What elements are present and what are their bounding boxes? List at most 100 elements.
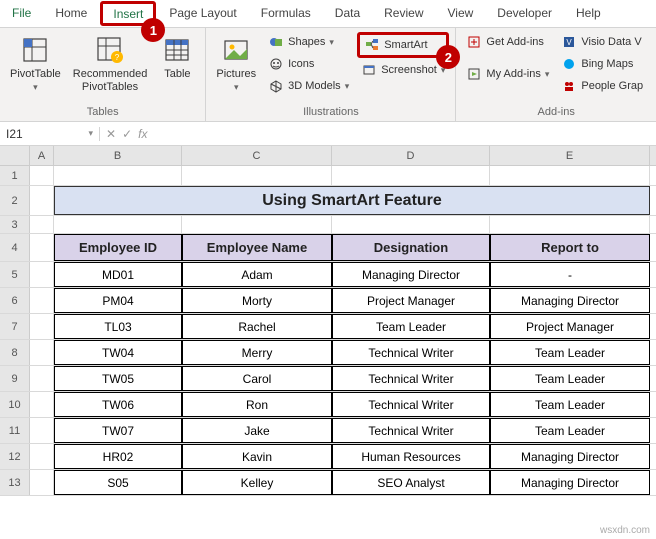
table-cell[interactable]: Jake — [182, 418, 332, 443]
name-box[interactable]: I21 — [0, 127, 100, 141]
row-header[interactable]: 9 — [0, 366, 30, 391]
table-cell[interactable]: Team Leader — [490, 392, 650, 417]
table-cell[interactable]: MD01 — [54, 262, 182, 287]
table-cell[interactable]: Team Leader — [490, 340, 650, 365]
cell[interactable] — [490, 216, 650, 233]
table-cell[interactable]: Team Leader — [332, 314, 490, 339]
cell[interactable] — [182, 166, 332, 185]
table-cell[interactable]: HR02 — [54, 444, 182, 469]
table-cell[interactable]: Kelley — [182, 470, 332, 495]
row-header[interactable]: 1 — [0, 166, 30, 185]
table-cell[interactable]: Merry — [182, 340, 332, 365]
table-cell[interactable]: - — [490, 262, 650, 287]
table-cell[interactable]: S05 — [54, 470, 182, 495]
row-header[interactable]: 7 — [0, 314, 30, 339]
table-cell[interactable]: PM04 — [54, 288, 182, 313]
cell[interactable] — [30, 340, 54, 365]
menu-tab-data[interactable]: Data — [323, 0, 372, 27]
cell[interactable] — [30, 288, 54, 313]
title-cell[interactable]: Using SmartArt Feature — [54, 186, 650, 215]
table-cell[interactable]: Project Manager — [490, 314, 650, 339]
table-header[interactable]: Employee Name — [182, 234, 332, 261]
table-cell[interactable]: Technical Writer — [332, 366, 490, 391]
row-header[interactable]: 4 — [0, 234, 30, 261]
table-cell[interactable]: TW05 — [54, 366, 182, 391]
cell[interactable] — [30, 366, 54, 391]
table-cell[interactable]: TW07 — [54, 418, 182, 443]
col-header-D[interactable]: D — [332, 146, 490, 165]
table-header[interactable]: Designation — [332, 234, 490, 261]
bing-maps-button[interactable]: Bing Maps — [557, 54, 647, 74]
table-cell[interactable]: Ron — [182, 392, 332, 417]
table-cell[interactable]: Project Manager — [332, 288, 490, 313]
cell[interactable] — [30, 262, 54, 287]
select-all-corner[interactable] — [0, 146, 30, 165]
table-button[interactable]: Table — [155, 32, 199, 83]
cell[interactable] — [30, 418, 54, 443]
table-cell[interactable]: Kavin — [182, 444, 332, 469]
icons-button[interactable]: Icons — [264, 54, 353, 74]
table-header[interactable]: Employee ID — [54, 234, 182, 261]
cell[interactable] — [30, 470, 54, 495]
shapes-button[interactable]: Shapes — [264, 32, 353, 52]
col-header-E[interactable]: E — [490, 146, 650, 165]
cell[interactable] — [54, 166, 182, 185]
table-cell[interactable]: Managing Director — [490, 444, 650, 469]
table-cell[interactable]: SEO Analyst — [332, 470, 490, 495]
smartart-button[interactable]: SmartArt 2 — [357, 32, 449, 58]
cell[interactable] — [30, 216, 54, 233]
visio-button[interactable]: V Visio Data V — [557, 32, 647, 52]
table-cell[interactable]: Managing Director — [490, 288, 650, 313]
table-cell[interactable]: Technical Writer — [332, 392, 490, 417]
table-cell[interactable]: Team Leader — [490, 418, 650, 443]
table-cell[interactable]: Morty — [182, 288, 332, 313]
table-cell[interactable]: Rachel — [182, 314, 332, 339]
menu-tab-developer[interactable]: Developer — [485, 0, 564, 27]
row-header[interactable]: 12 — [0, 444, 30, 469]
row-header[interactable]: 10 — [0, 392, 30, 417]
menu-tab-help[interactable]: Help — [564, 0, 613, 27]
row-header[interactable]: 3 — [0, 216, 30, 233]
table-cell[interactable]: Team Leader — [490, 366, 650, 391]
get-addins-button[interactable]: Get Add-ins — [462, 32, 553, 52]
cell[interactable] — [54, 216, 182, 233]
cell[interactable] — [30, 392, 54, 417]
cell[interactable] — [332, 216, 490, 233]
menu-tab-pagelayout[interactable]: Page Layout — [157, 0, 248, 27]
row-header[interactable]: 8 — [0, 340, 30, 365]
menu-tab-formulas[interactable]: Formulas — [249, 0, 323, 27]
cell[interactable] — [182, 216, 332, 233]
cell[interactable] — [30, 234, 54, 261]
table-cell[interactable]: Managing Director — [490, 470, 650, 495]
menu-tab-home[interactable]: Home — [43, 0, 99, 27]
cell[interactable] — [332, 166, 490, 185]
table-cell[interactable]: TW06 — [54, 392, 182, 417]
pictures-button[interactable]: Pictures — [212, 32, 260, 96]
menu-tab-insert[interactable]: Insert 1 — [100, 1, 156, 26]
menu-tab-file[interactable]: File — [0, 0, 43, 27]
table-cell[interactable]: Carol — [182, 366, 332, 391]
table-header[interactable]: Report to — [490, 234, 650, 261]
models-button[interactable]: 3D Models — [264, 76, 353, 96]
col-header-C[interactable]: C — [182, 146, 332, 165]
col-header-B[interactable]: B — [54, 146, 182, 165]
row-header[interactable]: 5 — [0, 262, 30, 287]
table-cell[interactable]: Human Resources — [332, 444, 490, 469]
fx-icon[interactable]: fx — [138, 127, 147, 141]
table-cell[interactable]: TL03 — [54, 314, 182, 339]
row-header[interactable]: 11 — [0, 418, 30, 443]
table-cell[interactable]: TW04 — [54, 340, 182, 365]
table-cell[interactable]: Managing Director — [332, 262, 490, 287]
cell[interactable] — [30, 166, 54, 185]
pivottable-button[interactable]: PivotTable — [6, 32, 65, 96]
table-cell[interactable]: Technical Writer — [332, 418, 490, 443]
screenshot-button[interactable]: Screenshot — [357, 60, 449, 80]
cell[interactable] — [30, 314, 54, 339]
col-header-A[interactable]: A — [30, 146, 54, 165]
menu-tab-view[interactable]: View — [436, 0, 486, 27]
table-cell[interactable]: Adam — [182, 262, 332, 287]
people-graph-button[interactable]: People Grap — [557, 76, 647, 96]
recommended-pivot-button[interactable]: ? Recommended PivotTables — [69, 32, 152, 96]
row-header[interactable]: 6 — [0, 288, 30, 313]
cell[interactable] — [30, 444, 54, 469]
